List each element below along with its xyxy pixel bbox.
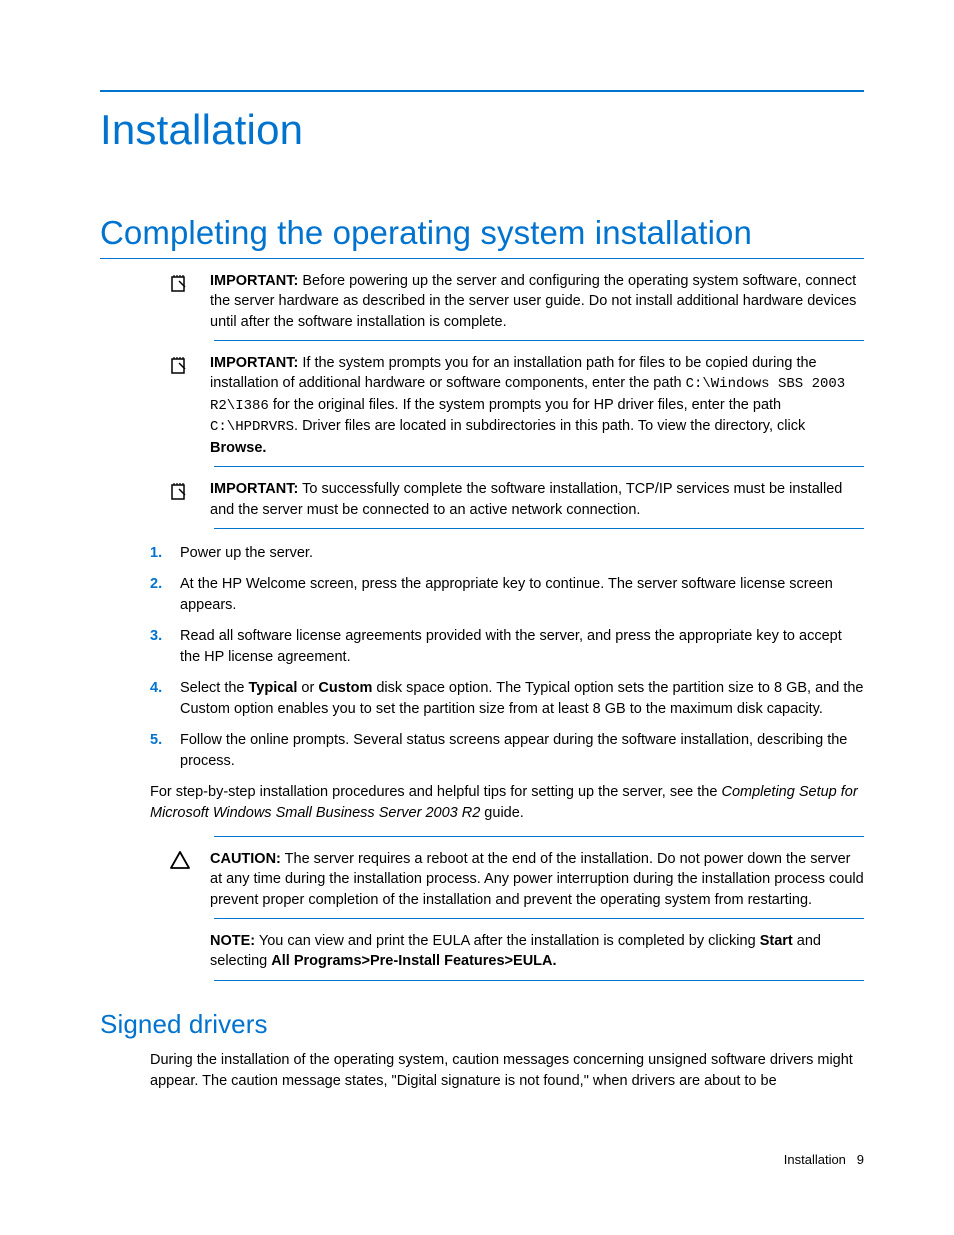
step-text-part: Select the: [180, 680, 249, 696]
step-text: Power up the server.: [180, 543, 864, 564]
admonition-text: To successfully complete the software in…: [210, 481, 842, 517]
admonition-body: IMPORTANT: Before powering up the server…: [210, 271, 864, 332]
subsection-heading: Signed drivers: [100, 1009, 864, 1040]
admonition-bold: Start: [760, 933, 793, 949]
page-footer: Installation 9: [100, 1152, 864, 1167]
admonition-rule: [214, 466, 864, 467]
admonition-text: You can view and print the EULA after th…: [255, 933, 760, 949]
admonition-label: IMPORTANT:: [210, 355, 298, 371]
step-text-part: or: [297, 680, 318, 696]
admonition-text: Before powering up the server and config…: [210, 273, 856, 330]
caution-icon: [170, 849, 210, 910]
admonition-label: CAUTION:: [210, 851, 281, 867]
step-number: 5.: [150, 730, 180, 772]
step-number: 4.: [150, 678, 180, 720]
step-item: 5. Follow the online prompts. Several st…: [150, 730, 864, 772]
admonition-text: The server requires a reboot at the end …: [210, 851, 864, 908]
admonition-rule: [214, 528, 864, 529]
step-bold: Typical: [249, 680, 298, 696]
body-text: For step-by-step installation procedures…: [150, 784, 721, 800]
step-text: At the HP Welcome screen, press the appr…: [180, 574, 864, 616]
admonition-rule: [214, 980, 864, 981]
important-icon: [170, 353, 210, 458]
admonition-rule: [214, 918, 864, 919]
admonition-bold: All Programs>Pre-Install Features>EULA.: [271, 953, 556, 969]
step-number: 3.: [150, 626, 180, 668]
admonition-body: NOTE: You can view and print the EULA af…: [210, 931, 864, 972]
footer-page-number: 9: [857, 1152, 864, 1167]
document-page: Installation Completing the operating sy…: [0, 0, 954, 1207]
admonition-caution: CAUTION: The server requires a reboot at…: [100, 836, 864, 919]
step-bold: Custom: [318, 680, 372, 696]
step-item: 1. Power up the server.: [150, 543, 864, 564]
admonition-important: IMPORTANT: To successfully complete the …: [100, 475, 864, 529]
admonition-rule: [214, 340, 864, 341]
step-text: Follow the online prompts. Several statu…: [180, 730, 864, 772]
admonition-body: IMPORTANT: If the system prompts you for…: [210, 353, 864, 458]
admonition-important: IMPORTANT: Before powering up the server…: [100, 267, 864, 341]
admonition-label: IMPORTANT:: [210, 273, 298, 289]
admonition-body: CAUTION: The server requires a reboot at…: [210, 849, 864, 910]
step-item: 3. Read all software license agreements …: [150, 626, 864, 668]
step-number: 2.: [150, 574, 180, 616]
note-icon: [170, 931, 210, 972]
body-paragraph: During the installation of the operating…: [150, 1050, 864, 1092]
step-item: 2. At the HP Welcome screen, press the a…: [150, 574, 864, 616]
important-icon: [170, 271, 210, 332]
footer-section: Installation: [784, 1152, 846, 1167]
body-text: guide.: [480, 805, 524, 821]
step-item: 4. Select the Typical or Custom disk spa…: [150, 678, 864, 720]
admonition-text: . Driver files are located in subdirecto…: [294, 418, 805, 434]
admonition-text: for the original files. If the system pr…: [269, 397, 781, 413]
top-rule: [100, 90, 864, 92]
admonition-body: IMPORTANT: To successfully complete the …: [210, 479, 864, 520]
section-heading: Completing the operating system installa…: [100, 214, 864, 259]
numbered-steps: 1. Power up the server. 2. At the HP Wel…: [150, 543, 864, 772]
step-text: Select the Typical or Custom disk space …: [180, 678, 864, 720]
code-path: C:\HPDRVRS: [210, 419, 294, 435]
admonition-note: NOTE: You can view and print the EULA af…: [100, 927, 864, 981]
admonition-bold: Browse.: [210, 440, 266, 456]
page-title: Installation: [100, 106, 864, 154]
important-icon: [170, 479, 210, 520]
admonition-rule: [214, 836, 864, 837]
admonition-important: IMPORTANT: If the system prompts you for…: [100, 349, 864, 467]
admonition-label: IMPORTANT:: [210, 481, 298, 497]
step-text: Read all software license agreements pro…: [180, 626, 864, 668]
admonition-label: NOTE:: [210, 933, 255, 949]
step-number: 1.: [150, 543, 180, 564]
body-paragraph: For step-by-step installation procedures…: [150, 782, 864, 824]
